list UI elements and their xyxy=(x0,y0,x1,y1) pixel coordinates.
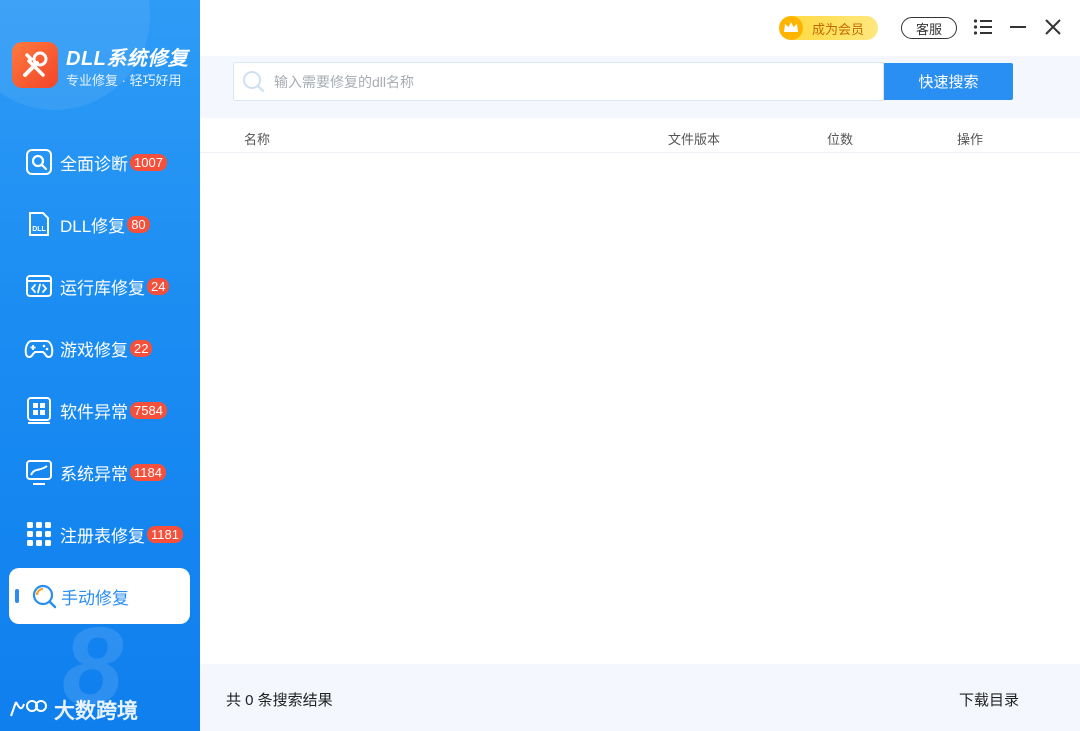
sidebar-item-game-repair[interactable]: 游戏修复 22 xyxy=(24,328,153,368)
sidebar-item-label: 运行库修复 xyxy=(60,278,145,298)
count-badge: 1181 xyxy=(147,525,183,543)
app-subtitle: 专业修复 · 轻巧好用 xyxy=(66,73,182,88)
sidebar-item-system-error[interactable]: 系统异常 1184 xyxy=(24,452,166,492)
count-badge: 1184 xyxy=(130,463,166,481)
minimize-icon[interactable] xyxy=(1007,16,1029,38)
search-box xyxy=(233,62,884,101)
quick-search-button[interactable]: 快速搜索 xyxy=(884,63,1013,100)
watermark-logo-icon xyxy=(8,696,48,725)
sidebar-item-runtime-repair[interactable]: 运行库修复 24 xyxy=(24,266,170,306)
sidebar-item-label: 注册表修复 xyxy=(60,526,145,546)
wrench-screwdriver-icon xyxy=(23,51,48,77)
count-badge: 24 xyxy=(147,277,170,295)
search-icon xyxy=(24,147,54,177)
count-badge: 1007 xyxy=(130,153,167,171)
close-icon[interactable] xyxy=(1042,16,1064,38)
dll-file-icon: DLL xyxy=(24,209,54,239)
become-member-button[interactable]: 成为会员 xyxy=(778,15,878,41)
menu-icon[interactable] xyxy=(972,16,994,38)
column-file-version: 文件版本 xyxy=(668,132,721,147)
sidebar-item-label: 软件异常 xyxy=(60,402,128,422)
column-actions: 操作 xyxy=(957,132,984,147)
sidebar-item-label: 系统异常 xyxy=(60,464,128,484)
search-icon xyxy=(240,68,268,96)
dll-search-input[interactable] xyxy=(274,73,854,90)
sidebar-item-dll-repair[interactable]: DLL DLL修复 80 xyxy=(24,204,150,244)
sidebar-item-software-error[interactable]: 软件异常 7584 xyxy=(24,390,167,430)
become-member-label: 成为会员 xyxy=(812,21,865,37)
sidebar: DLL系统修复 专业修复 · 轻巧好用 全面诊断 1007 DLL DLL修复 … xyxy=(0,0,200,731)
sidebar-item-manual-repair[interactable]: 手动修复 xyxy=(9,568,190,624)
active-indicator xyxy=(15,589,19,603)
sidebar-item-label: 游戏修复 xyxy=(60,340,128,360)
sidebar-item-registry-repair[interactable]: 注册表修复 1181 xyxy=(24,514,183,554)
registry-grid-icon xyxy=(24,519,54,549)
sidebar-item-label: 全面诊断 xyxy=(60,154,128,174)
column-bits: 位数 xyxy=(827,132,854,147)
app-grid-icon xyxy=(24,395,54,425)
svg-text:DLL: DLL xyxy=(32,226,46,233)
watermark-text: 大数跨境 xyxy=(54,700,138,723)
crown-icon xyxy=(778,15,804,41)
count-badge: 80 xyxy=(127,215,150,233)
customer-service-button[interactable]: 客服 xyxy=(901,17,957,39)
search-refresh-icon xyxy=(29,581,59,611)
count-badge: 7584 xyxy=(130,401,167,419)
watermark: 大数跨境 xyxy=(8,695,138,725)
footer-bar: 共 0 条搜索结果 下载目录 xyxy=(200,664,1080,731)
sidebar-item-label: DLL修复 xyxy=(60,216,126,236)
app-title: DLL系统修复 xyxy=(66,48,189,70)
sidebar-item-label: 手动修复 xyxy=(61,588,129,608)
count-badge: 22 xyxy=(130,339,153,357)
sidebar-item-full-diagnosis[interactable]: 全面诊断 1007 xyxy=(24,142,167,182)
code-window-icon xyxy=(24,271,54,301)
download-directory-link[interactable]: 下载目录 xyxy=(959,689,1019,710)
app-logo xyxy=(12,42,58,88)
results-table-header: 名称 文件版本 位数 操作 xyxy=(200,118,1080,153)
column-name: 名称 xyxy=(244,132,271,147)
gamepad-icon xyxy=(24,333,54,363)
result-count: 共 0 条搜索结果 xyxy=(226,692,333,709)
monitor-chart-icon xyxy=(24,457,54,487)
